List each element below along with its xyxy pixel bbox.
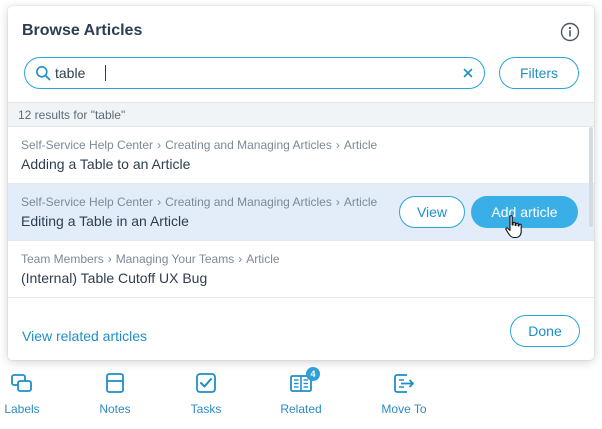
done-button[interactable]: Done xyxy=(510,315,580,347)
results-scrollbar[interactable] xyxy=(589,127,593,227)
panel-footer: View related articles Done xyxy=(8,298,594,360)
result-row[interactable]: Self-Service Help Center › Creating and Ma… xyxy=(8,127,594,184)
clear-x-icon[interactable] xyxy=(460,65,476,81)
crumb: Self-Service Help Center xyxy=(21,195,154,209)
crumb-separator: › xyxy=(335,138,340,152)
nav-label: Related xyxy=(280,402,322,416)
tasks-icon xyxy=(196,373,216,393)
notes-icon xyxy=(106,373,124,393)
nav-item-labels[interactable]: Labels xyxy=(0,370,57,422)
nav-item-tasks[interactable]: Tasks xyxy=(171,370,241,422)
crumb: Team Members xyxy=(21,252,104,266)
browse-articles-panel: Browse Articles table Filters 12 results… xyxy=(8,6,594,360)
result-title: Adding a Table to an Article xyxy=(21,156,191,172)
view-related-articles-link[interactable]: View related articles xyxy=(22,328,147,344)
nav-label: Move To xyxy=(381,402,427,416)
crumb: Managing Your Teams xyxy=(115,252,235,266)
crumb-separator: › xyxy=(335,195,340,209)
panel-header: Browse Articles table Filters xyxy=(8,6,594,102)
search-input[interactable] xyxy=(55,63,445,83)
nav-item-move-to[interactable]: Move To xyxy=(369,370,439,422)
crumb: Article xyxy=(246,252,280,266)
hand-pointer-cursor-icon xyxy=(505,215,522,239)
crumb: Article xyxy=(343,138,378,152)
nav-item-notes[interactable]: Notes xyxy=(80,370,150,422)
result-title: Editing a Table in an Article xyxy=(21,213,189,229)
text-caret xyxy=(105,65,106,81)
search-icon xyxy=(35,65,51,81)
breadcrumb: Self-Service Help Center › Creating and Ma… xyxy=(21,138,377,152)
labels-icon xyxy=(11,374,32,392)
crumb-separator: › xyxy=(238,252,243,266)
view-button[interactable]: View xyxy=(399,196,465,228)
result-row[interactable]: Team Members › Managing Your Teams › Article… xyxy=(8,241,594,298)
info-circle-icon[interactable] xyxy=(560,22,580,42)
panel-title: Browse Articles xyxy=(22,22,143,39)
search-box xyxy=(24,57,485,89)
nav-label: Notes xyxy=(99,402,131,416)
crumb: Creating and Managing Articles xyxy=(165,138,332,152)
bottom-toolbar: Labels Notes Tasks 4 Related Move To xyxy=(0,360,602,429)
crumb-separator: › xyxy=(107,252,112,266)
crumb: Article xyxy=(343,195,378,209)
result-title: (Internal) Table Cutoff UX Bug xyxy=(21,270,208,286)
breadcrumb: Self-Service Help Center › Creating and Ma… xyxy=(21,195,377,209)
crumb-separator: › xyxy=(157,195,162,209)
nav-item-related[interactable]: 4 Related xyxy=(266,367,336,422)
results-count: 12 results for "table" xyxy=(8,102,594,127)
crumb: Self-Service Help Center xyxy=(21,138,154,152)
crumb: Creating and Managing Articles xyxy=(165,195,332,209)
crumb-separator: › xyxy=(157,138,162,152)
nav-label: Labels xyxy=(4,402,40,416)
filters-button[interactable]: Filters xyxy=(499,57,579,89)
nav-label: Tasks xyxy=(190,402,222,416)
breadcrumb: Team Members › Managing Your Teams › Article xyxy=(21,252,280,266)
related-count-badge: 4 xyxy=(306,367,320,381)
move-to-icon xyxy=(394,374,414,393)
